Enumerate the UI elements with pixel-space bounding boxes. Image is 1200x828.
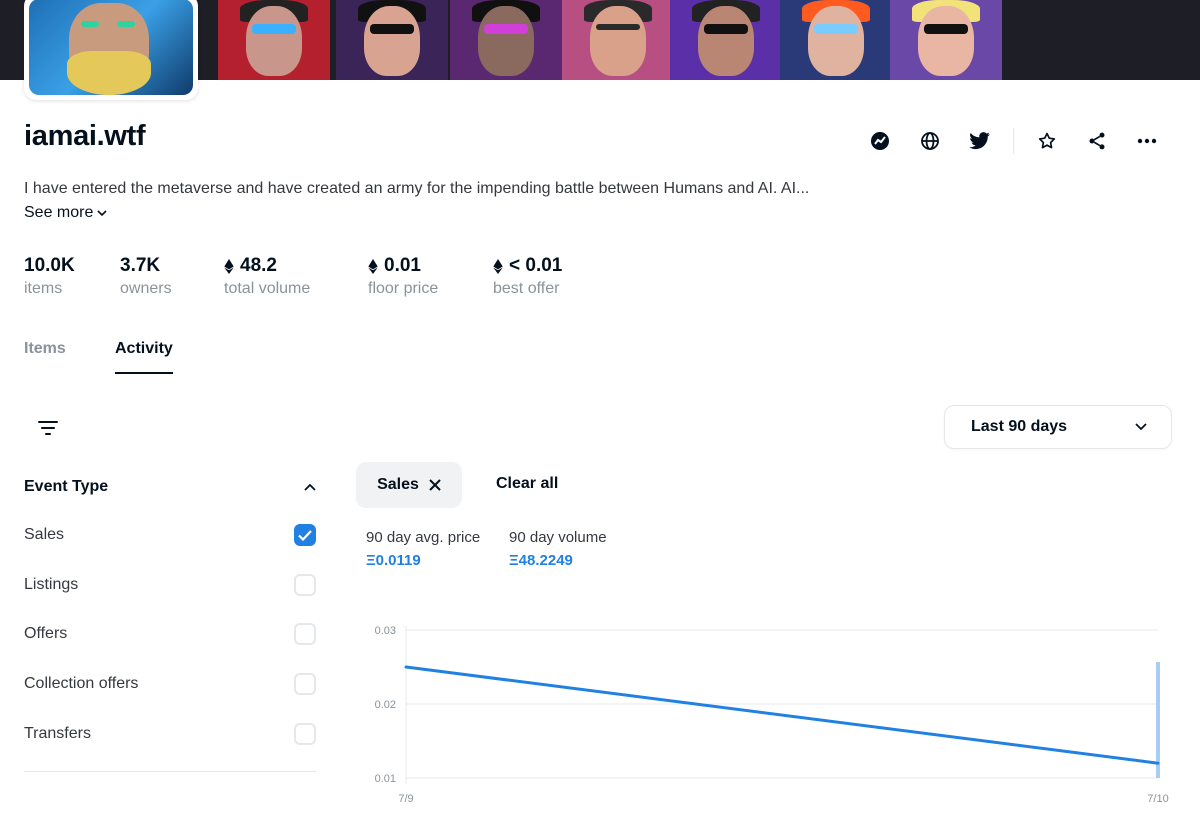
chevron-down-icon (97, 209, 107, 216)
event-option-sales[interactable]: Sales (24, 522, 316, 548)
stat-items: 10.0K items (24, 255, 75, 298)
collection-offers-checkbox[interactable] (294, 673, 316, 695)
stat-value: 3.7K (120, 255, 161, 276)
close-icon[interactable] (429, 479, 441, 491)
clear-all-button[interactable]: Clear all (496, 475, 558, 493)
volume-metric: 90 day volume Ξ48.2249 (509, 529, 607, 569)
event-option-label: Offers (24, 625, 68, 642)
stat-value: 10.0K (24, 255, 75, 276)
avatar-image (29, 0, 193, 95)
banner-image (780, 0, 892, 80)
filter-chip-sales[interactable]: Sales (356, 462, 462, 508)
y-tick-label: 0.02 (375, 699, 396, 711)
banner-image (218, 0, 330, 80)
chevron-up-icon (304, 483, 316, 491)
banner-image (336, 0, 448, 80)
check-icon (298, 529, 312, 541)
stat-value: < 0.01 (509, 255, 563, 276)
event-option-label: Sales (24, 526, 65, 543)
event-option-offers[interactable]: Offers (24, 621, 316, 647)
x-tick-label: 7/9 (398, 793, 413, 805)
star-icon[interactable] (1030, 124, 1064, 158)
y-tick-label: 0.03 (375, 625, 396, 637)
share-icon[interactable] (1080, 124, 1114, 158)
avg-price-value: Ξ0.0119 (366, 552, 421, 569)
see-more-button[interactable]: See more (24, 204, 107, 222)
stat-owners: 3.7K owners (120, 255, 172, 298)
price-chart: 0.03 0.02 0.017/9 7/10 (375, 625, 1169, 805)
event-type-header[interactable]: Event Type (24, 478, 316, 496)
filter-icon[interactable] (34, 414, 62, 442)
y-tick-label: 0.01 (375, 773, 396, 785)
x-tick-label: 7/10 (1147, 793, 1168, 805)
tab-items[interactable]: Items (24, 340, 66, 358)
event-option-label: Listings (24, 576, 79, 593)
time-range-dropdown[interactable]: Last 90 days (944, 405, 1172, 449)
event-option-label: Transfers (24, 725, 91, 742)
see-more-label: See more (24, 204, 94, 221)
event-option-collection-offers[interactable]: Collection offers (24, 671, 316, 697)
collection-title: iamai.wtf (24, 120, 146, 152)
sales-checkbox[interactable] (294, 524, 316, 546)
stat-total-volume: 48.2 total volume (224, 255, 310, 298)
sidebar-divider (24, 771, 316, 772)
stat-label: owners (120, 280, 172, 297)
twitter-icon[interactable] (963, 124, 997, 158)
event-option-transfers[interactable]: Transfers (24, 721, 316, 747)
event-option-label: Collection offers (24, 675, 139, 692)
time-range-value: Last 90 days (971, 418, 1068, 435)
avg-price-metric: 90 day avg. price Ξ0.0119 (366, 529, 480, 569)
tab-activity[interactable]: Activity (115, 340, 173, 374)
stat-label: items (24, 280, 63, 297)
banner-image (562, 0, 674, 80)
stat-floor-price: 0.01 floor price (368, 255, 438, 298)
collection-description: I have entered the metaverse and have cr… (24, 180, 810, 197)
stat-value: 48.2 (240, 255, 277, 276)
eth-icon (224, 258, 234, 274)
event-option-listings[interactable]: Listings (24, 572, 316, 598)
stat-best-offer: < 0.01 best offer (493, 255, 562, 298)
activity-link-icon[interactable] (863, 124, 897, 158)
globe-icon[interactable] (913, 124, 947, 158)
filter-chip-label: Sales (377, 476, 419, 493)
volume-label: 90 day volume (509, 529, 607, 546)
price-line (404, 665, 1160, 765)
stat-value: 0.01 (384, 255, 421, 276)
offers-checkbox[interactable] (294, 623, 316, 645)
chevron-down-icon (1135, 423, 1147, 431)
transfers-checkbox[interactable] (294, 723, 316, 745)
banner-image (670, 0, 782, 80)
volume-bar (1156, 662, 1160, 778)
volume-value: Ξ48.2249 (509, 552, 573, 569)
stat-label: total volume (224, 280, 311, 297)
header-actions (847, 124, 1164, 158)
collection-avatar (24, 0, 198, 100)
event-type-title: Event Type (24, 478, 109, 495)
stat-label: floor price (368, 280, 439, 297)
banner-image (890, 0, 1002, 80)
avg-price-label: 90 day avg. price (366, 529, 481, 546)
banner-image (450, 0, 562, 80)
stat-label: best offer (493, 280, 560, 297)
listings-checkbox[interactable] (294, 574, 316, 596)
eth-icon (493, 258, 503, 274)
more-icon[interactable] (1130, 124, 1164, 158)
actions-divider (1013, 128, 1014, 154)
eth-icon (368, 258, 378, 274)
